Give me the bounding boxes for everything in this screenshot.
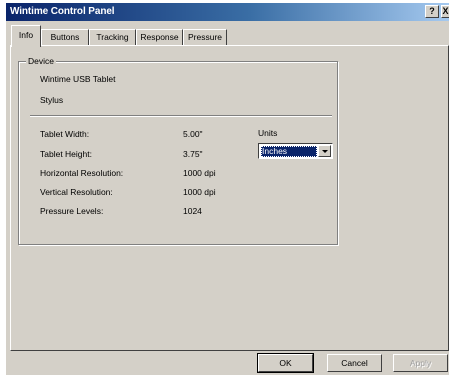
- pointer-type: Stylus: [40, 95, 64, 105]
- apply-button[interactable]: Apply: [393, 354, 448, 372]
- pressure-levels-label: Pressure Levels:: [40, 206, 104, 216]
- tab-response[interactable]: Response: [136, 29, 183, 45]
- close-button[interactable]: X: [441, 5, 449, 18]
- vertical-resolution-label: Vertical Resolution:: [40, 187, 113, 197]
- tablet-height-value: 3.75": [183, 149, 203, 159]
- tab-buttons[interactable]: Buttons: [41, 29, 89, 45]
- tablet-name: Wintime USB Tablet: [40, 74, 116, 84]
- chevron-down-icon[interactable]: [318, 145, 331, 157]
- horizontal-resolution-value: 1000 dpi: [183, 168, 216, 178]
- units-label: Units: [258, 128, 278, 138]
- cancel-button[interactable]: Cancel: [327, 354, 382, 372]
- window-title: Wintime Control Panel: [10, 6, 115, 17]
- tablet-height-label: Tablet Height:: [40, 149, 92, 159]
- ok-button[interactable]: OK: [257, 353, 314, 373]
- horizontal-resolution-label: Horizontal Resolution:: [40, 168, 124, 178]
- separator-line: [30, 115, 332, 117]
- units-dropdown[interactable]: Inches: [258, 143, 333, 159]
- tab-tracking[interactable]: Tracking: [89, 29, 136, 45]
- tablet-width-value: 5.00": [183, 129, 203, 139]
- help-button[interactable]: ?: [425, 5, 439, 18]
- device-group-title: Device: [26, 56, 56, 66]
- tablet-width-label: Tablet Width:: [40, 129, 90, 139]
- title-bar[interactable]: Wintime Control Panel ? X: [6, 3, 449, 21]
- vertical-resolution-value: 1000 dpi: [183, 187, 216, 197]
- tab-pressure[interactable]: Pressure: [183, 29, 227, 45]
- pressure-levels-value: 1024: [183, 206, 202, 216]
- units-selected-value: Inches: [261, 146, 317, 157]
- tab-info[interactable]: Info: [11, 25, 41, 47]
